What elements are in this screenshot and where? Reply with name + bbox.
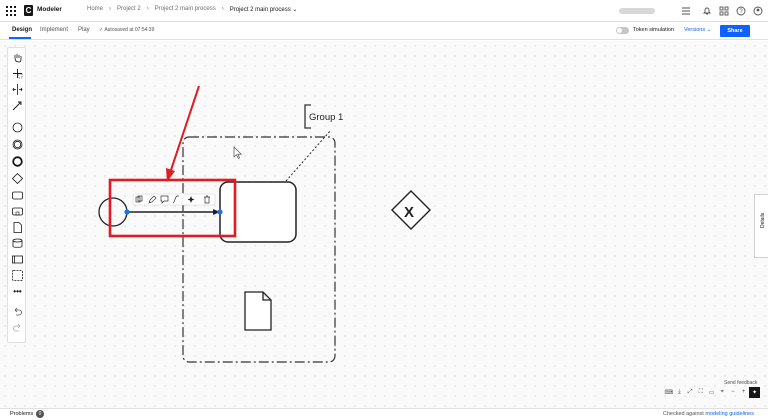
zoom-out-icon[interactable]: − — [728, 387, 738, 397]
details-panel-toggle[interactable]: Details — [754, 194, 768, 258]
fit-icon[interactable]: ⤢ — [685, 387, 695, 397]
zoom-in-icon[interactable]: + — [739, 387, 749, 397]
context-pad — [132, 193, 216, 206]
start-event[interactable] — [98, 197, 128, 227]
modeling-guidelines-link[interactable]: modeling guidelines — [705, 411, 754, 417]
status-bar: Problems 0 Checked against modeling guid… — [0, 408, 768, 420]
center-icon[interactable]: ⌖ — [717, 387, 727, 397]
download-icon[interactable]: ⤓ — [675, 387, 685, 397]
canvas-toolbar: ⌨ ⤓ ⤢ ⛶ ▭ ⌖ − + ✦ — [664, 387, 761, 399]
highlight-box — [108, 178, 237, 238]
highlight-arrow — [170, 85, 200, 171]
details-label: Details — [760, 212, 766, 228]
group-label[interactable]: Group 1 — [309, 112, 343, 123]
map-icon[interactable]: ▭ — [707, 387, 717, 397]
mouse-cursor-icon — [233, 146, 242, 159]
diagram-svg: Group 1 X — [98, 85, 431, 363]
problems-count-badge: 0 — [36, 410, 44, 418]
problems-button[interactable]: Problems — [10, 411, 33, 417]
connection-handle-end[interactable] — [217, 209, 223, 215]
ai-assist-icon[interactable]: ✦ — [749, 387, 761, 398]
connection-handle-start[interactable] — [124, 209, 130, 215]
gateway-x-icon: X — [404, 204, 414, 221]
guidelines-status: Checked against modeling guidelines — [662, 411, 754, 417]
annotation-association — [285, 129, 332, 182]
send-feedback-link[interactable]: Send feedback — [724, 380, 757, 386]
keyboard-icon[interactable]: ⌨ — [664, 387, 674, 397]
task-shape[interactable] — [219, 181, 297, 243]
fullscreen-icon[interactable]: ⛶ — [696, 387, 706, 397]
data-object[interactable] — [244, 291, 272, 331]
